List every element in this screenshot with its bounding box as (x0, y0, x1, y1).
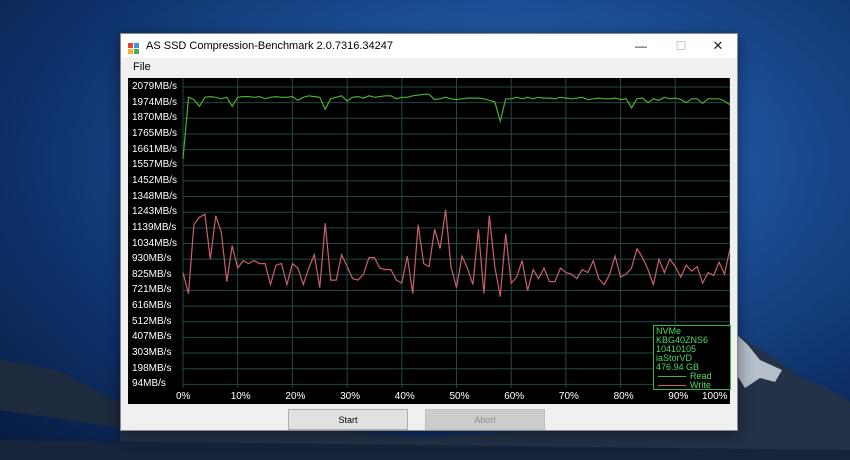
y-tick-label: 1034MB/s (132, 237, 178, 249)
x-tick-label: 50% (449, 391, 470, 402)
y-tick-label: 616MB/s (132, 300, 172, 312)
y-tick-label: 1557MB/s (132, 159, 178, 171)
app-window: AS SSD Compression-Benchmark 2.0.7316.34… (120, 33, 738, 431)
close-button[interactable]: ✕ (701, 34, 735, 58)
drive-model: NVMe KBG40ZNS6 (656, 326, 709, 345)
y-tick-label: 1243MB/s (132, 206, 178, 218)
y-tick-label: 721MB/s (132, 284, 172, 296)
chart-canvas (182, 78, 730, 388)
legend-write-label: Write (690, 380, 711, 390)
x-tick-label: 20% (285, 391, 306, 402)
drive-info: NVMe KBG40ZNS6 10410105 iaStorVD 476.94 … (654, 326, 730, 372)
start-button[interactable]: Start (288, 409, 408, 430)
x-tick-label: 90% (668, 391, 689, 402)
y-tick-label: 512MB/s (132, 315, 172, 327)
x-tick-label: 0% (176, 391, 191, 402)
benchmark-chart: 2079MB/s 1974MB/s 1870MB/s 1765MB/s 1661MB/s… (128, 78, 731, 404)
maximize-button[interactable]: ☐ (664, 34, 698, 58)
x-tick-label: 30% (340, 391, 361, 402)
menu-file[interactable]: File (121, 61, 157, 73)
y-tick-label: 1661MB/s (132, 143, 178, 155)
y-tick-label: 94MB/s (132, 378, 166, 390)
x-tick-label: 10% (230, 391, 251, 402)
legend-write-swatch (658, 385, 686, 386)
y-tick-label: 198MB/s (132, 362, 172, 374)
abort-button[interactable]: Abort (425, 409, 545, 430)
y-tick-label: 407MB/s (132, 331, 172, 343)
x-tick-label: 80% (613, 391, 634, 402)
x-tick-label: 40% (394, 391, 415, 402)
title-bar[interactable]: AS SSD Compression-Benchmark 2.0.7316.34… (121, 34, 737, 58)
legend-write: Write (654, 381, 730, 390)
x-tick-label: 60% (504, 391, 525, 402)
y-tick-label: 1765MB/s (132, 127, 178, 139)
y-tick-label: 1348MB/s (132, 190, 178, 202)
y-tick-label: 1139MB/s (132, 221, 177, 233)
minimize-button[interactable]: — (624, 34, 658, 58)
legend: NVMe KBG40ZNS6 10410105 iaStorVD 476.94 … (653, 325, 731, 390)
window-title: AS SSD Compression-Benchmark 2.0.7316.34… (146, 40, 394, 52)
y-tick-label: 303MB/s (132, 347, 172, 359)
y-tick-label: 1452MB/s (132, 174, 178, 186)
legend-read-swatch (658, 376, 686, 377)
y-tick-label: 2079MB/s (132, 81, 178, 92)
y-tick-label: 1870MB/s (132, 112, 178, 124)
y-tick-label: 1974MB/s (132, 96, 178, 108)
app-icon (128, 41, 139, 54)
menu-bar: File (121, 58, 737, 76)
x-tick-label: 70% (558, 391, 579, 402)
y-tick-label: 825MB/s (132, 268, 172, 280)
x-tick-label: 100% (702, 391, 728, 402)
y-tick-label: 930MB/s (132, 253, 172, 265)
